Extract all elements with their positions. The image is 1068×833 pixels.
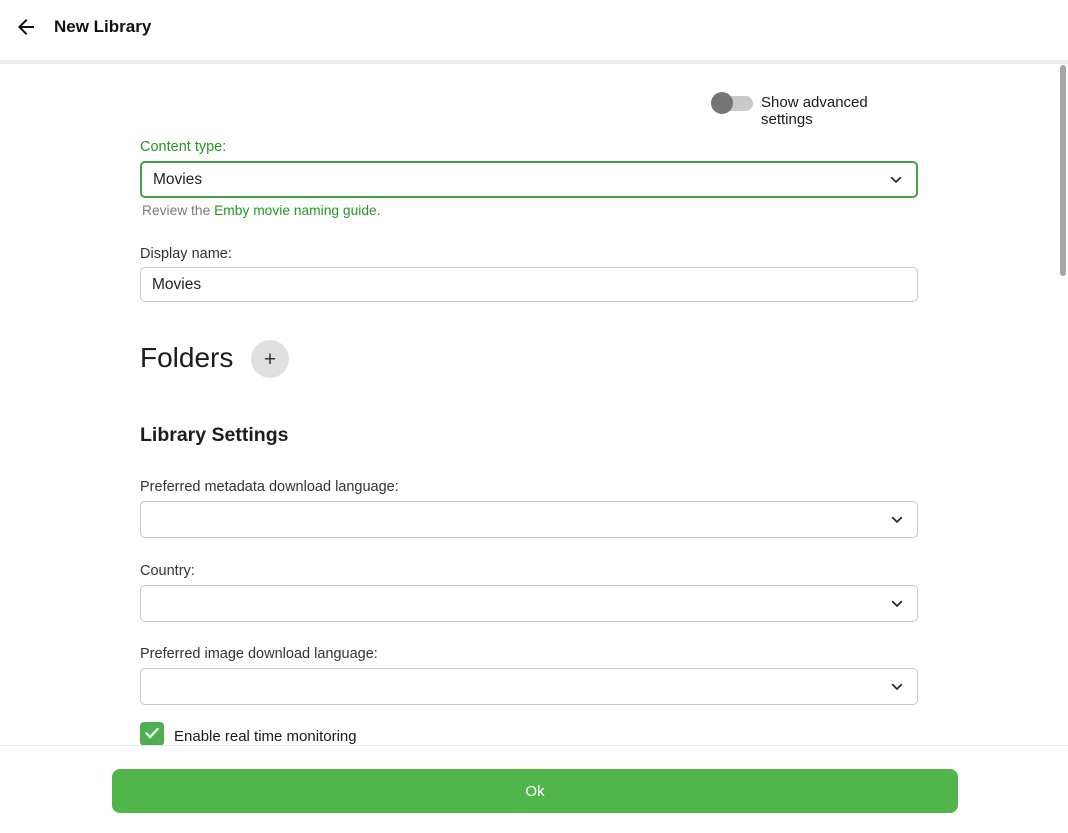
naming-guide-prefix: Review the bbox=[142, 203, 214, 218]
new-library-page: New Library Show advanced settings Conte… bbox=[0, 0, 1068, 833]
chevron-down-icon bbox=[888, 678, 906, 696]
library-settings-heading: Library Settings bbox=[140, 424, 288, 447]
naming-guide-suffix: . bbox=[377, 203, 381, 218]
page-title: New Library bbox=[54, 17, 151, 37]
header-bar: New Library bbox=[0, 0, 1068, 60]
image-language-label: Preferred image download language: bbox=[140, 646, 378, 662]
scrollbar-thumb[interactable] bbox=[1060, 65, 1066, 276]
realtime-monitoring-label: Enable real time monitoring bbox=[174, 728, 357, 745]
back-button[interactable] bbox=[12, 14, 40, 42]
realtime-monitoring-checkbox[interactable] bbox=[140, 722, 164, 746]
footer-bar: Ok bbox=[0, 745, 1068, 833]
plus-icon: + bbox=[264, 349, 276, 370]
advanced-settings-toggle[interactable] bbox=[711, 92, 753, 114]
advanced-settings-label: Show advanced settings bbox=[761, 94, 918, 128]
naming-guide-link[interactable]: Emby movie naming guide bbox=[214, 203, 377, 218]
ok-button[interactable]: Ok bbox=[112, 769, 958, 813]
display-name-label: Display name: bbox=[140, 246, 232, 262]
country-select[interactable] bbox=[140, 585, 918, 622]
header-divider bbox=[0, 60, 1068, 64]
chevron-down-icon bbox=[887, 171, 905, 189]
content-type-label: Content type: bbox=[140, 139, 226, 155]
toggle-knob bbox=[711, 92, 733, 114]
metadata-language-select[interactable] bbox=[140, 501, 918, 538]
country-label: Country: bbox=[140, 563, 195, 579]
chevron-down-icon bbox=[888, 595, 906, 613]
metadata-language-label: Preferred metadata download language: bbox=[140, 479, 399, 495]
display-name-input[interactable] bbox=[140, 267, 918, 302]
add-folder-button[interactable]: + bbox=[251, 340, 289, 378]
advanced-settings-row: Show advanced settings bbox=[0, 90, 918, 116]
naming-guide-helper: Review the Emby movie naming guide. bbox=[142, 203, 381, 218]
check-icon bbox=[143, 724, 161, 745]
arrow-left-icon bbox=[14, 15, 38, 42]
image-language-select[interactable] bbox=[140, 668, 918, 705]
chevron-down-icon bbox=[888, 511, 906, 529]
content-type-select[interactable]: Movies bbox=[140, 161, 918, 198]
content-type-value: Movies bbox=[153, 171, 202, 189]
folders-heading: Folders bbox=[140, 342, 233, 374]
